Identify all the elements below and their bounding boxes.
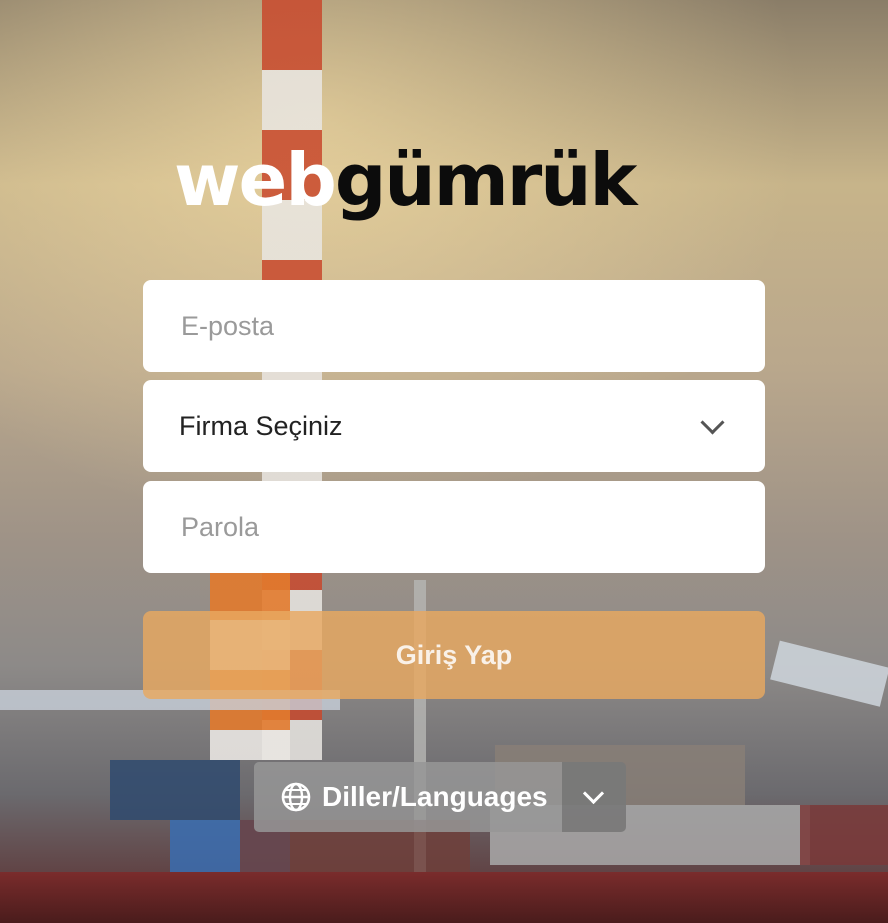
password-input[interactable] [179, 510, 729, 544]
login-button-label: Giriş Yap [395, 639, 513, 670]
email-input[interactable] [179, 309, 729, 343]
container [800, 805, 888, 865]
ship-hull [0, 872, 888, 923]
globe-icon [281, 782, 311, 812]
company-select-label: Firma Seçiniz [179, 410, 343, 441]
app-logo: webgümrük [174, 138, 637, 222]
language-button[interactable]: Diller/Languages [254, 762, 562, 832]
chevron-down-icon [700, 409, 725, 435]
language-dropdown-toggle[interactable] [561, 762, 626, 832]
crane-arm [770, 640, 888, 707]
password-field-container [143, 481, 765, 573]
email-field-container [143, 280, 765, 372]
logo-web: web [174, 138, 337, 222]
company-select[interactable]: Firma Seçiniz [143, 380, 765, 472]
chevron-down-icon [583, 782, 605, 804]
container [110, 760, 240, 820]
language-label: Diller/Languages [322, 781, 548, 812]
language-selector[interactable]: Diller/Languages [254, 762, 626, 832]
logo-gumruk: gümrük [334, 138, 637, 222]
login-button[interactable]: Giriş Yap [143, 611, 765, 699]
